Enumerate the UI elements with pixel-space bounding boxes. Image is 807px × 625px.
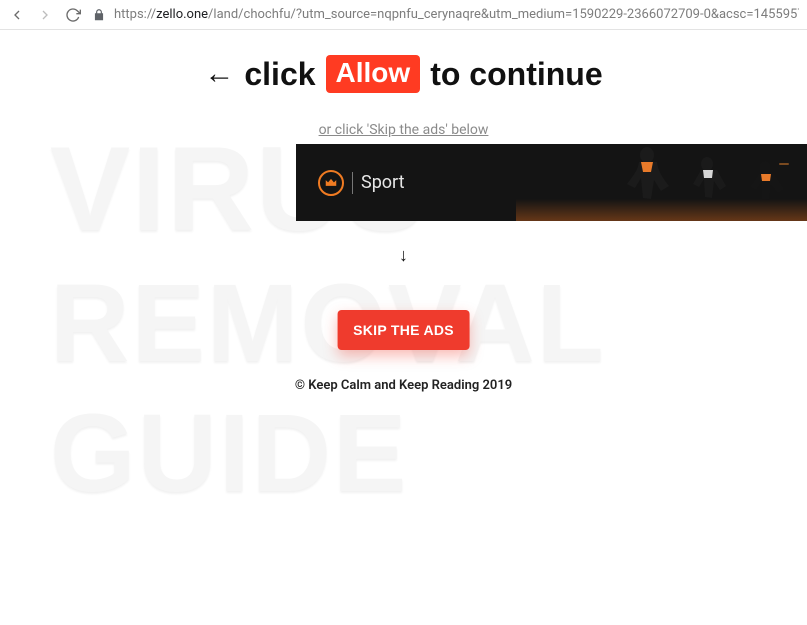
headline-post: to continue [430, 56, 602, 93]
athlete-silhouette-2 [683, 155, 733, 221]
lock-icon [92, 8, 106, 22]
reload-button[interactable] [64, 6, 82, 24]
banner-brand: Sport [318, 170, 405, 196]
athlete-silhouette-3 [739, 159, 791, 221]
watermark-line-2: REMOVAL [50, 260, 606, 387]
crown-icon [318, 170, 344, 196]
back-button[interactable] [8, 6, 26, 24]
arrow-down-icon: ↓ [0, 245, 807, 266]
skip-ads-button[interactable]: SKIP THE ADS [337, 310, 470, 350]
skip-ads-link[interactable]: or click 'Skip the ads' below [0, 122, 807, 138]
copyright-text: © Keep Calm and Keep Reading 2019 [0, 378, 807, 393]
forward-button[interactable] [36, 6, 54, 24]
browser-chrome: https://zello.one/land/chochfu/?utm_sour… [0, 0, 807, 30]
watermark-line-3: GUIDE [50, 390, 408, 517]
arrow-left-icon: ← [204, 57, 234, 91]
page: VIRUS REMOVAL GUIDE ← click Allow to con… [0, 30, 807, 625]
headline-pre: click [244, 56, 315, 93]
address-bar[interactable]: https://zello.one/land/chochfu/?utm_sour… [92, 7, 799, 22]
ad-banner[interactable]: Sport [296, 144, 807, 221]
url-text: https://zello.one/land/chochfu/?utm_sour… [114, 7, 799, 22]
athlete-silhouette-1 [617, 144, 677, 221]
headline: ← click Allow to continue [0, 55, 807, 93]
banner-label: Sport [361, 172, 405, 193]
allow-pill: Allow [326, 55, 421, 93]
